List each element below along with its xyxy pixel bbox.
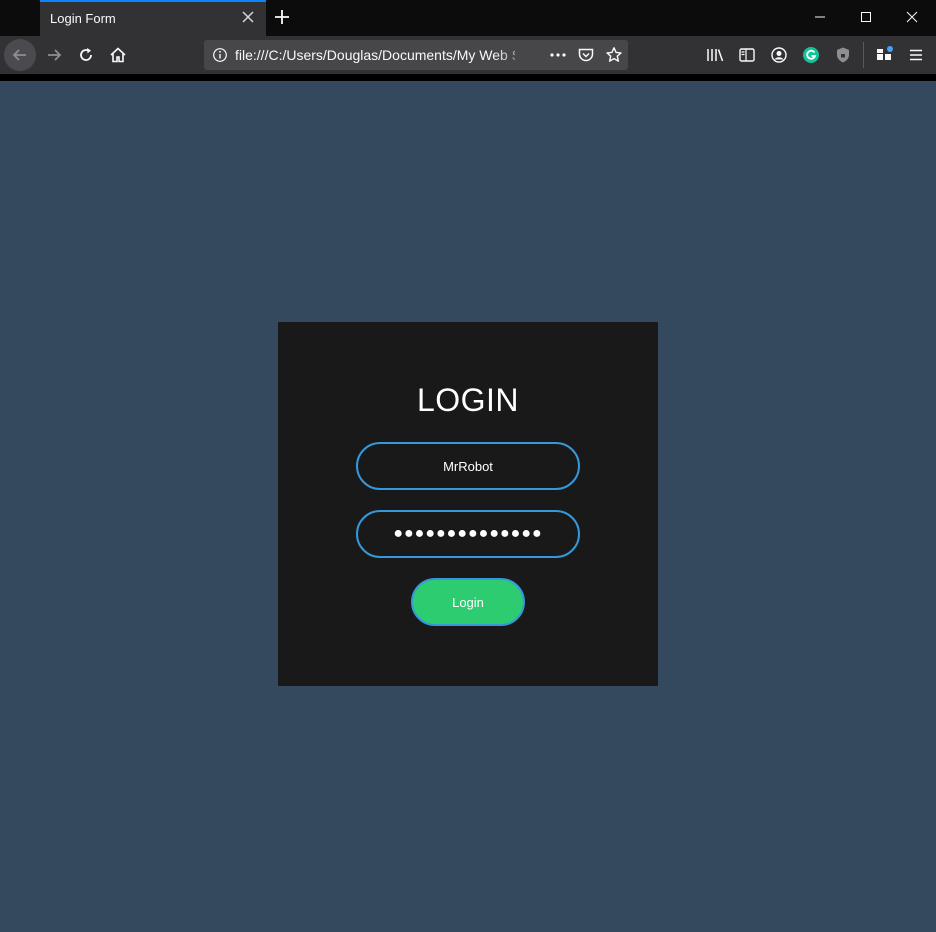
username-input[interactable]: [356, 442, 580, 490]
tab-title: Login Form: [50, 11, 116, 26]
library-icon[interactable]: [704, 44, 726, 66]
more-icon[interactable]: [547, 44, 569, 66]
content-divider: [0, 74, 936, 81]
nav-bar: file:///C:/Users/Douglas/Documents/My We…: [0, 36, 936, 74]
grammarly-icon[interactable]: [800, 44, 822, 66]
info-icon[interactable]: [209, 44, 231, 66]
password-input[interactable]: [356, 510, 580, 558]
url-bar[interactable]: file:///C:/Users/Douglas/Documents/My We…: [204, 40, 628, 70]
back-icon[interactable]: [4, 39, 36, 71]
toolbar-separator: [863, 42, 864, 68]
login-heading: LOGIN: [416, 382, 520, 418]
login-card: LOGIN Login: [278, 322, 658, 686]
close-window-icon[interactable]: [900, 6, 924, 28]
browser-chrome: Login Form file:///C:/Users/Douglas/Docu…: [0, 0, 936, 81]
new-tab-icon[interactable]: [272, 7, 292, 27]
menu-icon[interactable]: [905, 44, 927, 66]
pocket-icon[interactable]: [575, 44, 597, 66]
account-icon[interactable]: [768, 44, 790, 66]
close-tab-icon[interactable]: [240, 9, 256, 25]
tab-strip: Login Form: [0, 0, 936, 36]
shield-icon[interactable]: [832, 44, 854, 66]
extensions-icon[interactable]: [873, 44, 895, 66]
reload-icon[interactable]: [70, 39, 102, 71]
maximize-icon[interactable]: [854, 6, 878, 28]
tab-login-form[interactable]: Login Form: [40, 0, 266, 36]
login-button[interactable]: Login: [411, 578, 525, 626]
home-icon[interactable]: [102, 39, 134, 71]
minimize-icon[interactable]: [808, 6, 832, 28]
star-icon[interactable]: [603, 44, 625, 66]
forward-icon[interactable]: [38, 39, 70, 71]
url-text[interactable]: file:///C:/Users/Douglas/Documents/My We…: [235, 47, 515, 63]
sidebar-icon[interactable]: [736, 44, 758, 66]
url-fade: [494, 42, 534, 68]
